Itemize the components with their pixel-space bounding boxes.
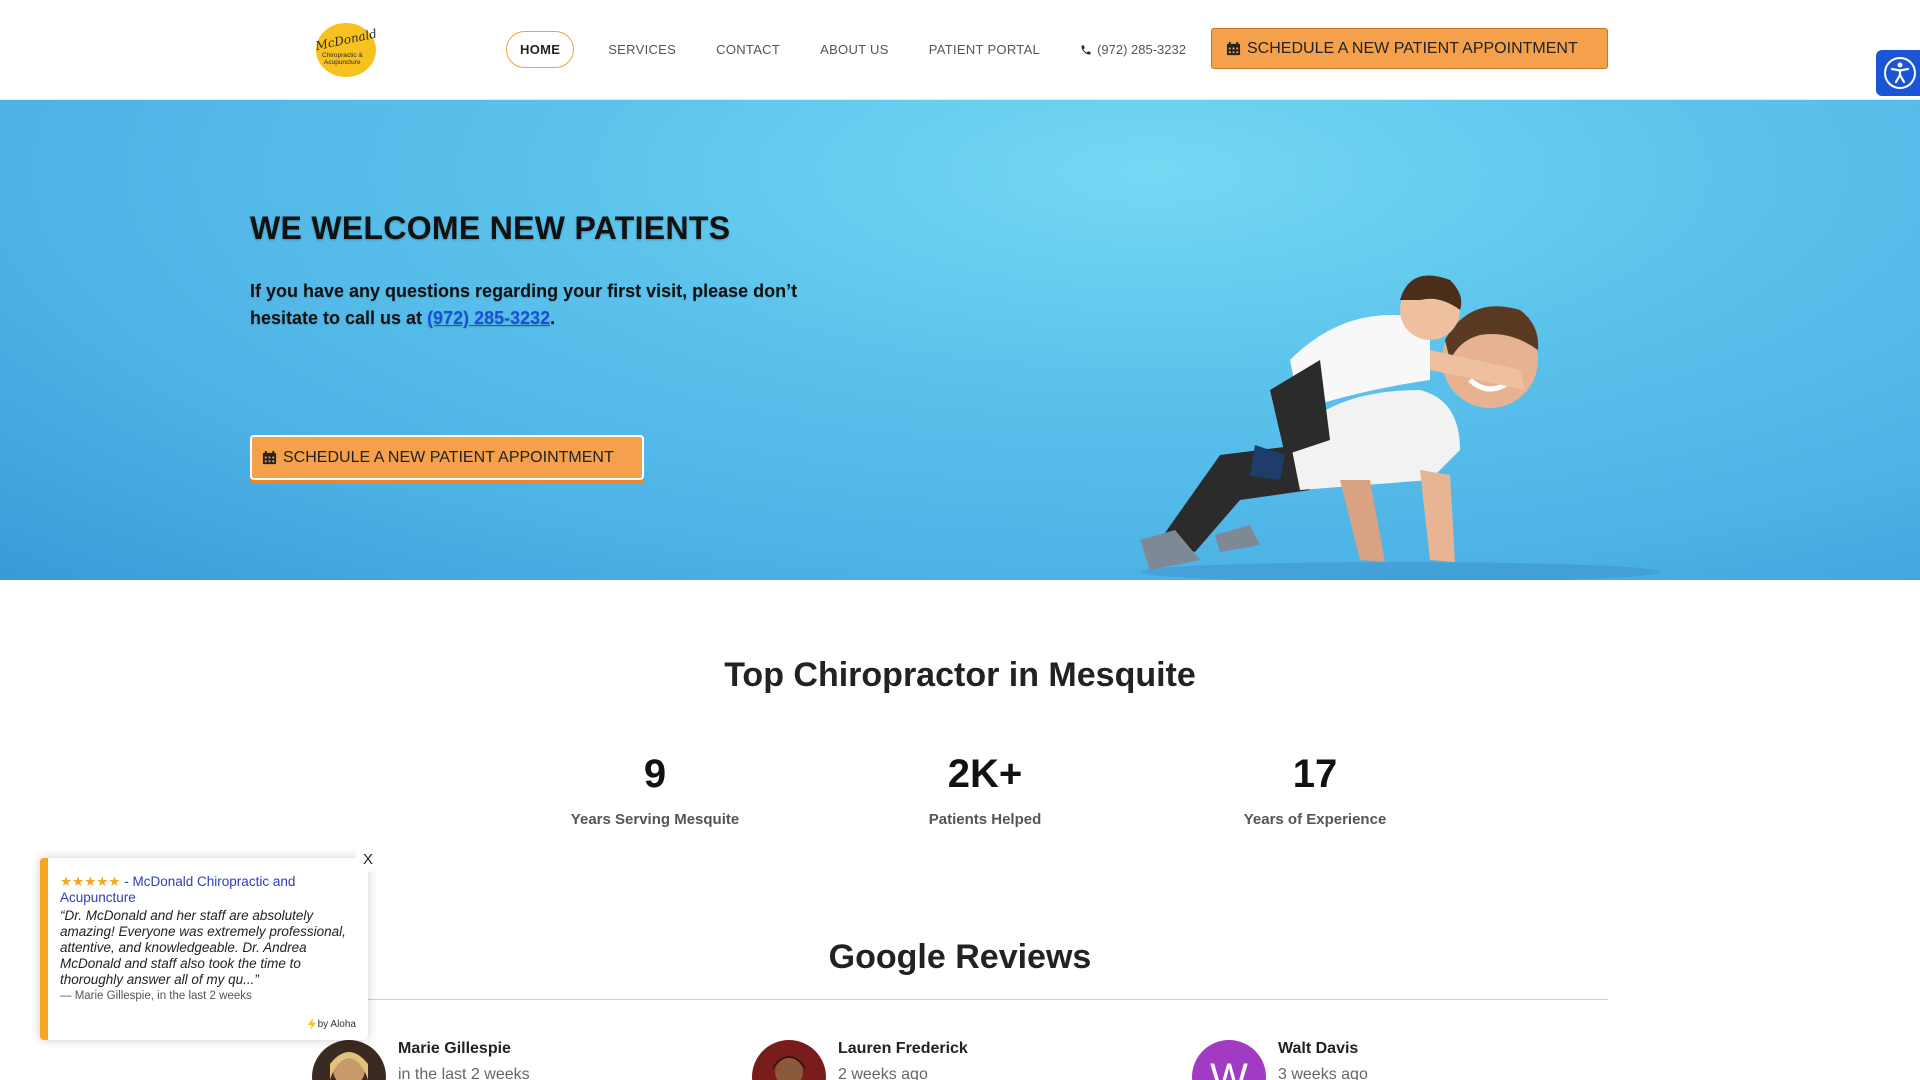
reviewer-name: Lauren Frederick bbox=[838, 1040, 968, 1057]
popup-heading: ★★★★★ - McDonald Chiropractic and Acupun… bbox=[60, 874, 354, 906]
reviews-divider bbox=[310, 999, 1608, 1000]
stat-patients-helped: 2K+ Patients Helped bbox=[835, 752, 1135, 828]
star-rating: ★★★★★ bbox=[60, 874, 121, 889]
stat-years-experience: 17 Years of Experience bbox=[1165, 752, 1465, 828]
nav-services[interactable]: SERVICES bbox=[588, 31, 696, 68]
popup-close-button[interactable]: X bbox=[355, 846, 381, 872]
calendar-icon bbox=[1226, 41, 1241, 56]
svg-text:Acupuncture: Acupuncture bbox=[324, 59, 361, 66]
header-schedule-button[interactable]: SCHEDULE A NEW PATIENT APPOINTMENT bbox=[1211, 28, 1608, 69]
stats-section-title: Top Chiropractor in Mesquite bbox=[724, 656, 1196, 694]
stat-value: 2K+ bbox=[947, 752, 1023, 796]
avatar bbox=[752, 1040, 826, 1080]
stat-value: 17 bbox=[1292, 752, 1338, 796]
accessibility-icon bbox=[1884, 57, 1916, 89]
bolt-icon bbox=[307, 1018, 316, 1030]
popup-author: — Marie Gillespie, in the last 2 weeks bbox=[60, 990, 252, 1002]
reviewer-time: in the last 2 weeks bbox=[398, 1066, 530, 1080]
reviewer-name: Walt Davis bbox=[1278, 1040, 1359, 1057]
hero-text-after: . bbox=[550, 308, 556, 328]
stat-value: 9 bbox=[643, 752, 667, 796]
header-phone-link[interactable]: (972) 285-3232 bbox=[1060, 42, 1186, 57]
hero-banner: WE WELCOME NEW PATIENTS If you have any … bbox=[0, 100, 1920, 580]
reviewer-card[interactable]: Marie Gillespie in the last 2 weeks bbox=[312, 1038, 692, 1080]
nav-patient-portal[interactable]: PATIENT PORTAL bbox=[909, 31, 1060, 68]
accessibility-button[interactable] bbox=[1876, 50, 1920, 96]
popup-quote: “Dr. McDonald and her staff are absolute… bbox=[60, 908, 346, 987]
popup-credit[interactable]: by Aloha bbox=[307, 1018, 356, 1030]
avatar-initial: W bbox=[1210, 1056, 1248, 1080]
reviewer-card[interactable]: Lauren Frederick 2 weeks ago bbox=[752, 1038, 1132, 1080]
reviewer-name: Marie Gillespie bbox=[398, 1040, 511, 1057]
avatar bbox=[312, 1040, 386, 1080]
stat-label: Years Serving Mesquite bbox=[570, 811, 740, 828]
main-nav: HOME SERVICES CONTACT ABOUT US PATIENT P… bbox=[506, 31, 1186, 68]
popup-credit-text: by Aloha bbox=[317, 1018, 356, 1030]
review-popup[interactable]: ★★★★★ - McDonald Chiropractic and Acupun… bbox=[40, 858, 368, 1040]
site-logo[interactable]: McDonald Chiropractic & Acupuncture bbox=[310, 22, 384, 78]
hero-schedule-label: SCHEDULE A NEW PATIENT APPOINTMENT bbox=[283, 448, 614, 466]
reviewer-time: 3 weeks ago bbox=[1278, 1066, 1368, 1080]
nav-contact[interactable]: CONTACT bbox=[696, 31, 800, 68]
hero-phone-link[interactable]: (972) 285-3232 bbox=[427, 308, 550, 328]
hero-text: If you have any questions regarding your… bbox=[250, 278, 870, 332]
calendar-icon bbox=[262, 450, 277, 465]
header-schedule-label: SCHEDULE A NEW PATIENT APPOINTMENT bbox=[1247, 39, 1578, 57]
stat-years-serving: 9 Years Serving Mesquite bbox=[505, 752, 805, 828]
phone-icon bbox=[1081, 45, 1091, 54]
popup-separator: - bbox=[120, 874, 133, 889]
nav-about-us[interactable]: ABOUT US bbox=[800, 31, 909, 68]
reviewer-card[interactable]: W Walt Davis 3 weeks ago bbox=[1192, 1038, 1572, 1080]
site-header: McDonald Chiropractic & Acupuncture HOME… bbox=[0, 0, 1920, 100]
stat-label: Patients Helped bbox=[928, 811, 1042, 828]
hero-photo-father-child-pushup bbox=[1140, 275, 1660, 580]
reviewer-time: 2 weeks ago bbox=[838, 1066, 928, 1080]
hero-title: WE WELCOME NEW PATIENTS bbox=[250, 210, 731, 246]
nav-home[interactable]: HOME bbox=[506, 31, 575, 68]
hero-schedule-button[interactable]: SCHEDULE A NEW PATIENT APPOINTMENT bbox=[250, 435, 644, 480]
svg-text:Chiropractic &: Chiropractic & bbox=[322, 52, 363, 59]
header-phone-text: (972) 285-3232 bbox=[1097, 42, 1186, 57]
stat-label: Years of Experience bbox=[1243, 811, 1387, 828]
avatar: W bbox=[1192, 1040, 1266, 1080]
